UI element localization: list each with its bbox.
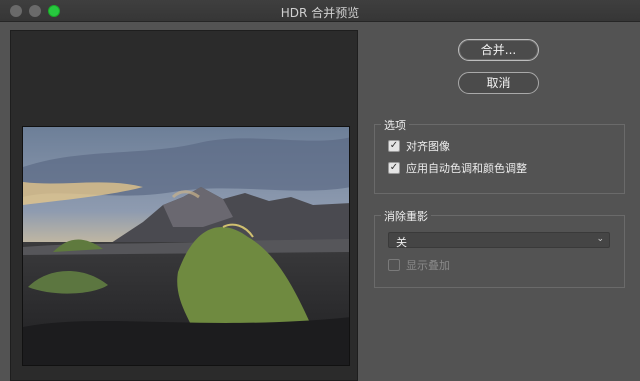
remove-ghosts-title: 消除重影 xyxy=(381,208,431,224)
merge-button[interactable]: 合并... xyxy=(458,39,539,61)
show-overlay-checkbox xyxy=(388,259,400,271)
window-title: HDR 合并预览 xyxy=(280,6,360,20)
options-group: 选项 ✓ 对齐图像 ✓ 应用自动色调和颜色调整 xyxy=(374,117,625,194)
auto-tone-label: 应用自动色调和颜色调整 xyxy=(406,162,527,175)
chevron-down-icon: ⌄ xyxy=(596,234,604,244)
title-bar: HDR 合并预览 xyxy=(0,0,640,22)
align-images-label: 对齐图像 xyxy=(406,140,450,153)
remove-ghosts-select[interactable]: 关 ⌄ xyxy=(388,232,610,249)
hdr-preview-image xyxy=(22,126,350,366)
show-overlay-label: 显示叠加 xyxy=(406,259,450,272)
show-overlay-option: 显示叠加 xyxy=(388,258,450,272)
cancel-button[interactable]: 取消 xyxy=(458,72,539,94)
options-group-title: 选项 xyxy=(381,117,409,133)
align-images-checkbox[interactable]: ✓ xyxy=(388,140,400,152)
auto-tone-option[interactable]: ✓ 应用自动色调和颜色调整 xyxy=(388,161,527,175)
align-images-option[interactable]: ✓ 对齐图像 xyxy=(388,139,450,153)
remove-ghosts-value: 关 xyxy=(396,236,407,249)
preview-panel xyxy=(10,30,358,381)
auto-tone-checkbox[interactable]: ✓ xyxy=(388,162,400,174)
remove-ghosts-group: 消除重影 关 ⌄ 显示叠加 xyxy=(374,208,625,288)
